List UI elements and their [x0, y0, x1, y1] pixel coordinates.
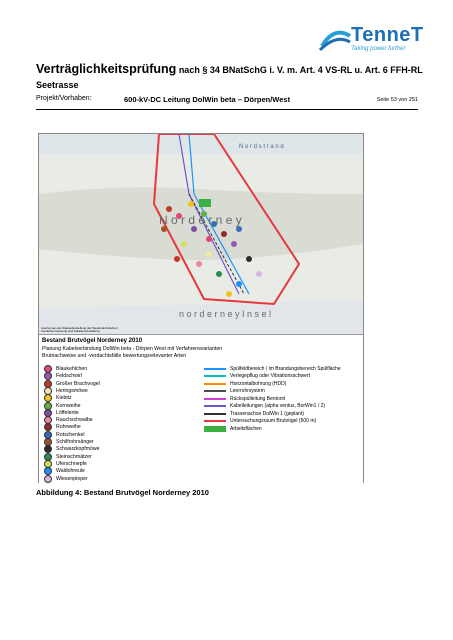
page-number: Seite 53 von 251: [376, 97, 418, 103]
line-swatch-icon: [204, 367, 226, 370]
species-label: Uferschnepfe: [56, 460, 87, 467]
species-dot-icon: [44, 474, 52, 483]
line-label: Verlegepflug oder Vibrationsschwert: [230, 373, 310, 379]
project-value: 600-kV-DC Leitung DolWin beta – Dörpen/W…: [124, 95, 291, 104]
legend-line-item: Untersuchungsraum Brutvögel (500 m): [204, 418, 316, 425]
line-label: Leerrohrsystem: [230, 388, 265, 394]
species-label: Schilfrohrsänger: [56, 439, 94, 445]
species-label: Heringsmöwe: [56, 387, 88, 394]
species-label: Großer Brachvogel: [56, 380, 100, 387]
species-label: Kiebitz: [56, 395, 72, 402]
legend-subtitle-2: Brutnachweise und -verdachtsfälle bewert…: [42, 353, 187, 359]
legend-line-item: Trassenachse DolWin 1 (geplant): [204, 410, 304, 417]
legend-subtitle-1: Planung Kabelverbindung DolWin beta - Dö…: [42, 346, 223, 352]
logo-wordmark: TenneT: [351, 24, 424, 46]
label-island: N o r d e r n e y: [159, 213, 242, 227]
map-legend: Bestand Brutvögel Norderney 2010 Planung…: [39, 334, 363, 483]
line-label: Horizontalbohrung (HDD): [230, 380, 287, 387]
legend-line-item: Spülfeldbereich / im Brandungsbereich Sp…: [204, 365, 341, 372]
line-swatch-icon: [204, 405, 226, 407]
line-label: Kabelleitungen (alpha ventus, BorWin1 / …: [230, 403, 326, 409]
line-label: Untersuchungsraum Brutvögel (500 m): [230, 418, 317, 424]
species-label: Kornweihe: [56, 402, 81, 409]
species-label: Rohrweihe: [56, 424, 81, 431]
species-label: Schwarzkopfmöwe: [56, 446, 100, 453]
title-main: Verträglichkeitsprüfung: [36, 62, 177, 76]
species-label: Feldschwirl: [56, 373, 82, 380]
project-label: Projekt/Vorhaben:: [36, 95, 92, 102]
document-title: Verträglichkeitsprüfung nach § 34 BNatSc…: [36, 62, 426, 92]
legend-species-item: Wiesenpieper: [44, 474, 88, 483]
species-label: Blaukehlchen: [56, 366, 88, 372]
line-swatch-icon: [204, 412, 226, 415]
line-swatch-icon: [204, 382, 226, 385]
line-label: Rückspülleitung Bentonit: [230, 395, 286, 402]
legend-line-item: Verlegepflug oder Vibrationsschwert: [204, 373, 310, 380]
line-label: Trassenachse DolWin 1 (geplant): [230, 410, 305, 417]
line-swatch-icon: [204, 390, 226, 392]
figure-caption: Abbildung 4: Bestand Brutvögel Norderney…: [36, 488, 209, 497]
species-label: Löffelente: [56, 409, 79, 416]
legend-line-item: Arbeitsflächen: [204, 425, 262, 432]
legend-line-item: Leerrohrsystem: [204, 388, 265, 395]
line-swatch-icon: [204, 425, 226, 432]
legend-line-item: Rückspülleitung Bentonit: [204, 395, 285, 402]
species-label: Rauchschwalbe: [56, 417, 93, 424]
legend-line-item: Kabelleitungen (alpha ventus, BorWin1 / …: [204, 403, 325, 410]
species-label: Waldohreule: [56, 468, 85, 475]
map-extract-note: Auszug aus der Rasterdarstellung der Nie…: [41, 326, 118, 334]
line-label: Spülfeldbereich / im Brandungsbereich Sp…: [230, 365, 341, 372]
line-swatch-icon: [204, 375, 226, 377]
species-label: Wiesenpieper: [56, 475, 88, 482]
header-rule: [36, 109, 418, 110]
species-label: Rotschenkel: [56, 431, 85, 438]
map-image: N o r d s t r a n d N o r d e r n e y n …: [39, 134, 363, 334]
line-swatch-icon: [204, 420, 226, 422]
logo-tagline: Taking power further: [351, 46, 406, 52]
map-figure: N o r d s t r a n d N o r d e r n e y n …: [38, 133, 364, 483]
legend-line-item: Horizontalbohrung (HDD): [204, 380, 286, 387]
project-row: Projekt/Vorhaben: 600-kV-DC Leitung DolW…: [36, 95, 418, 107]
line-swatch-icon: [204, 397, 226, 400]
label-nordstrand: N o r d s t r a n d: [239, 144, 284, 150]
label-insel: n o r d e r n e y I n s e l: [179, 309, 271, 319]
legend-title: Bestand Brutvögel Norderney 2010: [42, 338, 143, 344]
line-label: Arbeitsflächen: [230, 425, 262, 432]
species-label: Steinschmätzer: [56, 453, 92, 460]
